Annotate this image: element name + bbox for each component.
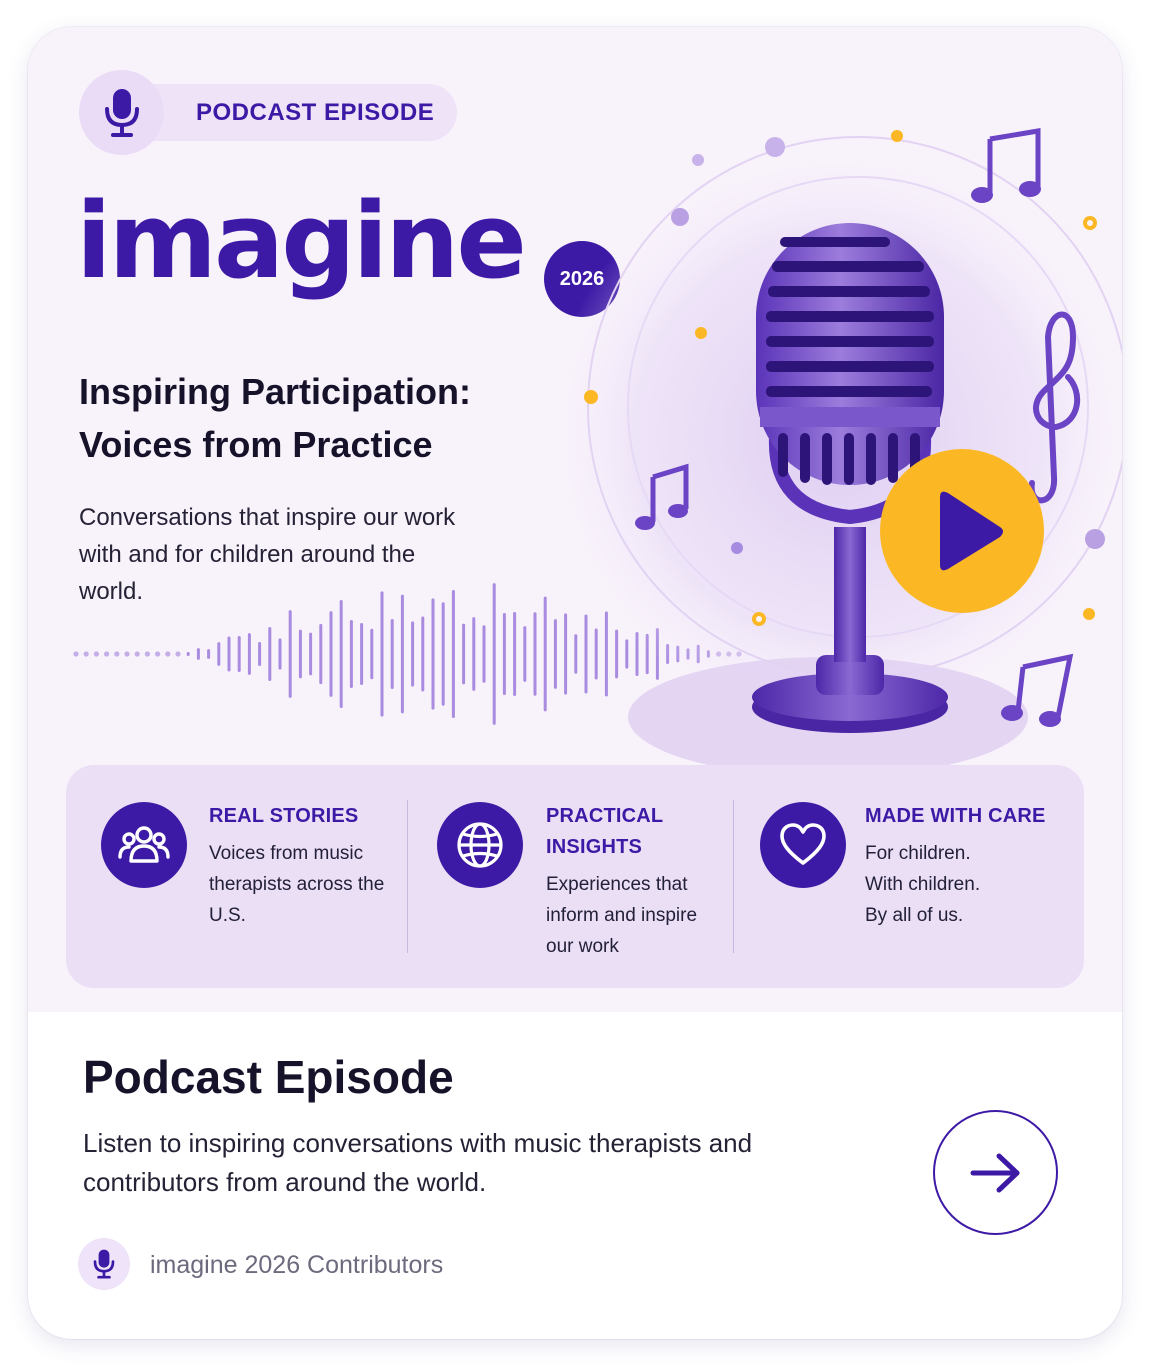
- waveform-bar: [472, 617, 476, 691]
- feature-title: PRACTICAL INSIGHTS: [546, 805, 663, 858]
- waveform-dot: [93, 651, 99, 657]
- hero-title: Inspiring Participation: Voices from Pra…: [79, 371, 472, 465]
- episode-title: Podcast Episode: [83, 1051, 454, 1103]
- author-avatar: [78, 1238, 130, 1290]
- waveform-bar: [258, 641, 262, 667]
- microphone-icon: [104, 88, 139, 137]
- waveform-dot: [73, 651, 79, 657]
- play-button[interactable]: [880, 449, 1044, 613]
- people-icon: [118, 826, 170, 863]
- waveform-bar: [411, 621, 415, 687]
- waveform-bar: [513, 612, 517, 696]
- waveform-bar: [339, 600, 343, 708]
- waveform-bar: [278, 638, 282, 670]
- waveform-dot: [104, 651, 110, 657]
- waveform-bar: [329, 611, 333, 697]
- waveform-dot: [165, 651, 171, 657]
- feature-description: For children. With children. By all of u…: [865, 843, 981, 926]
- waveform-bar: [492, 583, 496, 725]
- waveform-bar: [237, 635, 241, 673]
- waveform-bar: [268, 627, 272, 681]
- open-episode-button[interactable]: [933, 1110, 1058, 1235]
- badge-icon-circle: [79, 70, 164, 155]
- waveform-dot: [114, 651, 120, 657]
- badge-label: PODCAST EPISODE: [196, 99, 435, 126]
- waveform-bar: [523, 626, 527, 682]
- waveform-bar: [309, 632, 313, 676]
- waveform-dot: [144, 651, 150, 657]
- brand-wordmark: imagine: [76, 180, 527, 302]
- waveform-bar: [451, 590, 455, 718]
- waveform-dot: [134, 651, 140, 657]
- waveform-bar: [370, 628, 374, 680]
- waveform-bar: [186, 651, 190, 657]
- waveform-bar: [349, 619, 353, 689]
- waveform-bar: [441, 602, 445, 706]
- feature-description: Experiences that inform and inspire our …: [546, 874, 698, 957]
- globe-icon: [457, 822, 503, 868]
- waveform-dot: [124, 651, 130, 657]
- waveform-bar: [217, 642, 221, 666]
- waveform-bar: [319, 623, 323, 685]
- feature-icon-circle: [437, 802, 523, 888]
- waveform-bar: [400, 594, 404, 714]
- waveform-dot: [175, 651, 181, 657]
- waveform-bar: [502, 612, 506, 696]
- feature-title: REAL STORIES: [209, 805, 359, 827]
- waveform-dot: [83, 651, 89, 657]
- waveform-bar: [288, 610, 292, 698]
- waveform-bar: [207, 649, 211, 659]
- episode-description: Listen to inspiring conversations with m…: [83, 1128, 753, 1197]
- arrow-right-icon: [970, 1153, 1019, 1192]
- waveform-bar: [390, 619, 394, 689]
- waveform-bar: [421, 616, 425, 692]
- waveform-bar: [247, 633, 251, 675]
- waveform-bar: [227, 636, 231, 672]
- feature-made-with-care: MADE WITH CARE For children. With childr…: [734, 765, 1084, 988]
- waveform-bar: [462, 623, 466, 685]
- waveform-bar: [431, 598, 435, 710]
- waveform-bar: [380, 591, 384, 717]
- podcast-card: PODCAST EPISODE imagine 2026 Inspiring P…: [28, 27, 1122, 1339]
- author-name: imagine 2026 Contributors: [150, 1251, 444, 1279]
- microphone-illustration: [548, 128, 1122, 777]
- feature-title: MADE WITH CARE: [865, 805, 1046, 827]
- microphone-icon: [93, 1249, 115, 1279]
- waveform-bar: [482, 625, 486, 683]
- heart-icon: [780, 823, 826, 865]
- feature-icon-circle: [760, 802, 846, 888]
- feature-icon-circle: [101, 802, 187, 888]
- feature-practical-insights: PRACTICAL INSIGHTS Experiences that info…: [408, 765, 732, 988]
- features-panel: REAL STORIES Voices from music therapist…: [66, 765, 1084, 988]
- feature-real-stories: REAL STORIES Voices from music therapist…: [66, 765, 406, 988]
- feature-description: Voices from music therapists across the …: [209, 843, 385, 926]
- waveform-bar: [360, 622, 364, 686]
- waveform-bar: [298, 629, 302, 679]
- hero-section: PODCAST EPISODE imagine 2026 Inspiring P…: [28, 27, 1122, 1012]
- waveform-dot: [155, 651, 161, 657]
- waveform-bar: [196, 648, 200, 660]
